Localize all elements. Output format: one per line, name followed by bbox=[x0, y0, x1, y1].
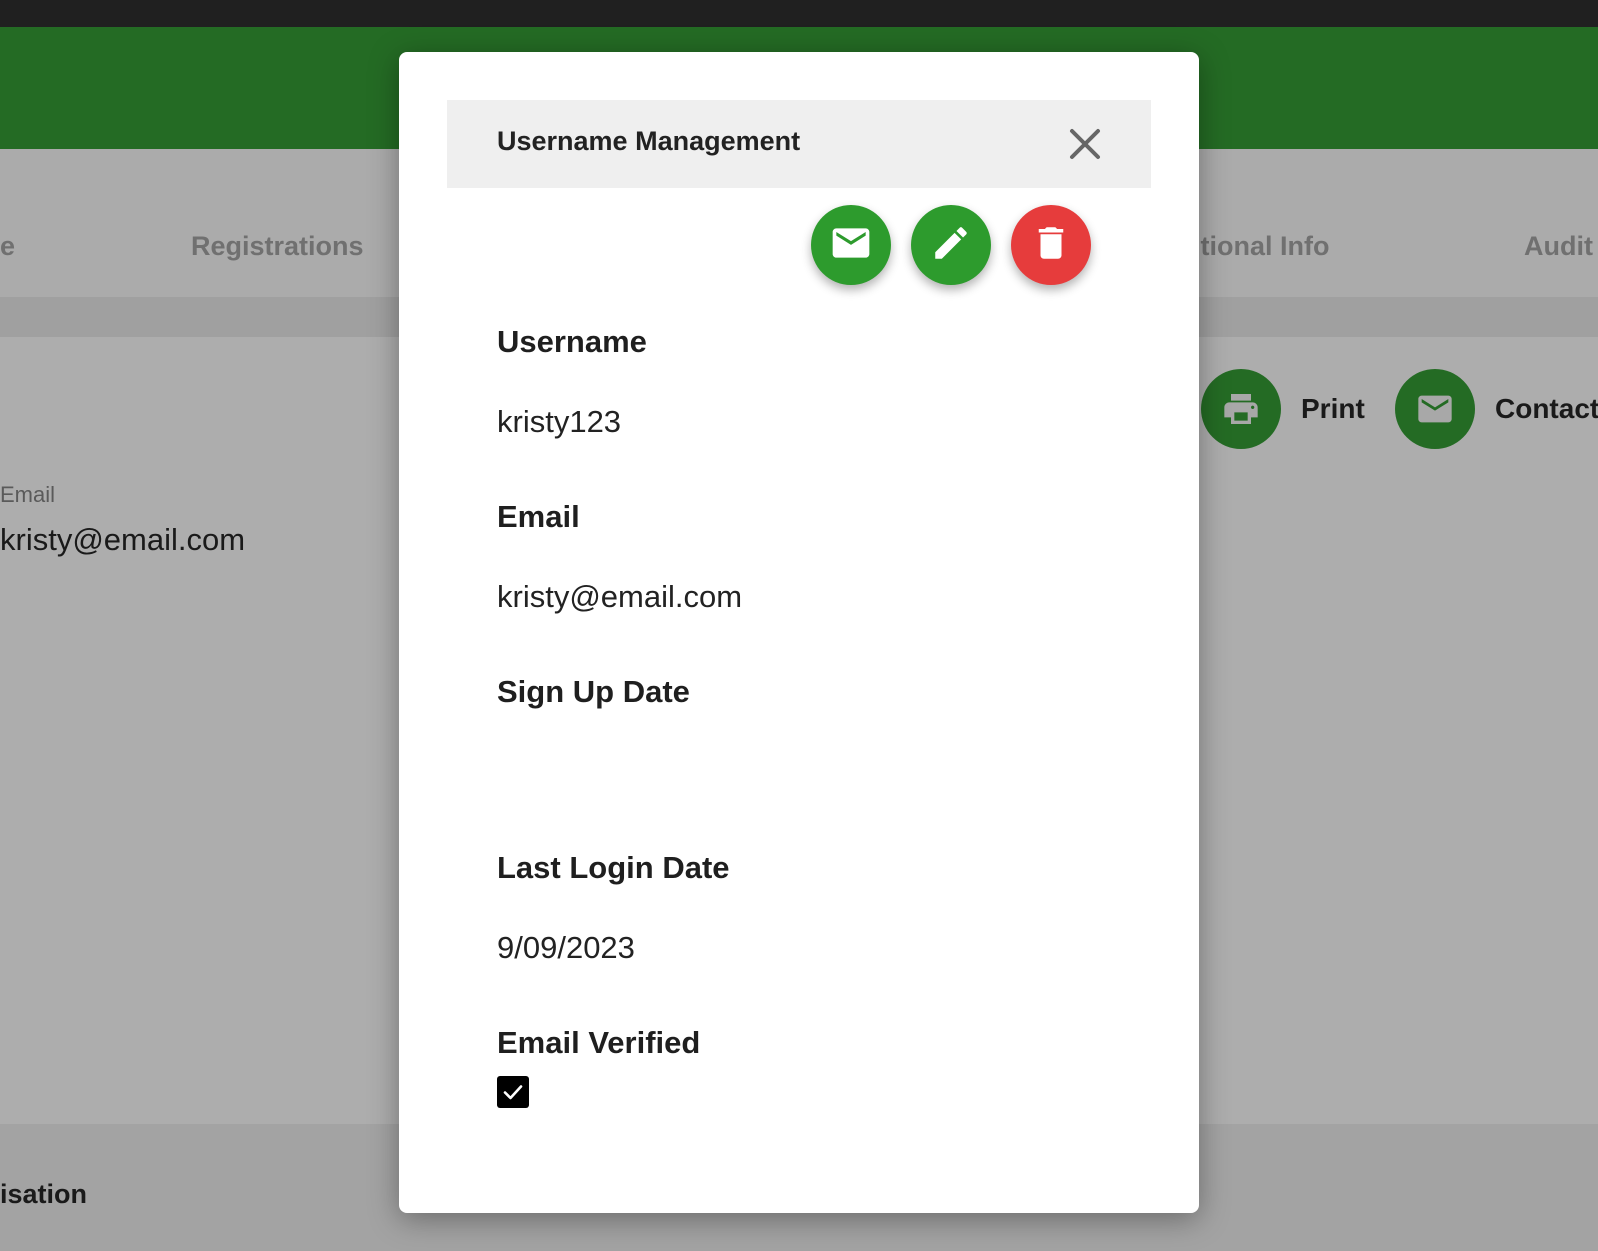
tab-registrations[interactable]: Registrations bbox=[191, 231, 364, 262]
send-email-button[interactable] bbox=[811, 205, 891, 285]
email-label: Email bbox=[497, 499, 580, 534]
mail-icon[interactable] bbox=[1395, 369, 1475, 449]
email-value: kristy@email.com bbox=[497, 579, 743, 614]
printer-icon[interactable] bbox=[1201, 369, 1281, 449]
contact-action[interactable]: Contact bbox=[1395, 369, 1598, 449]
browser-top-bar bbox=[0, 0, 1598, 27]
modal-header: Username Management bbox=[447, 100, 1151, 188]
background-email-value: kristy@email.com bbox=[0, 522, 246, 557]
email-verified-label: Email Verified bbox=[497, 1025, 701, 1060]
modal-title: Username Management bbox=[497, 126, 801, 156]
trash-icon bbox=[1030, 222, 1072, 269]
checkmark-icon bbox=[503, 1085, 523, 1100]
username-value: kristy123 bbox=[497, 404, 622, 439]
close-icon[interactable] bbox=[1067, 126, 1103, 162]
print-label[interactable]: Print bbox=[1301, 393, 1365, 425]
last-login-date-label: Last Login Date bbox=[497, 850, 730, 885]
print-action[interactable]: Print bbox=[1201, 369, 1365, 449]
mail-icon bbox=[829, 221, 873, 270]
bottom-section-label: isation bbox=[0, 1179, 88, 1209]
tab-additional-info[interactable]: itional Info bbox=[1193, 231, 1329, 262]
delete-button[interactable] bbox=[1011, 205, 1091, 285]
edit-button[interactable] bbox=[911, 205, 991, 285]
email-verified-checkbox[interactable] bbox=[497, 1076, 529, 1108]
signup-date-label: Sign Up Date bbox=[497, 674, 690, 709]
background-email-label: Email bbox=[0, 482, 56, 507]
contact-label[interactable]: Contact bbox=[1495, 393, 1598, 425]
last-login-date-value: 9/09/2023 bbox=[497, 930, 635, 965]
username-management-modal: Username Management Username kristy123 E… bbox=[399, 52, 1199, 1213]
pencil-icon bbox=[930, 222, 972, 269]
tab-audit[interactable]: Audit bbox=[1524, 231, 1593, 262]
tab-partial-left[interactable]: e bbox=[0, 231, 15, 262]
username-label: Username bbox=[497, 324, 647, 359]
